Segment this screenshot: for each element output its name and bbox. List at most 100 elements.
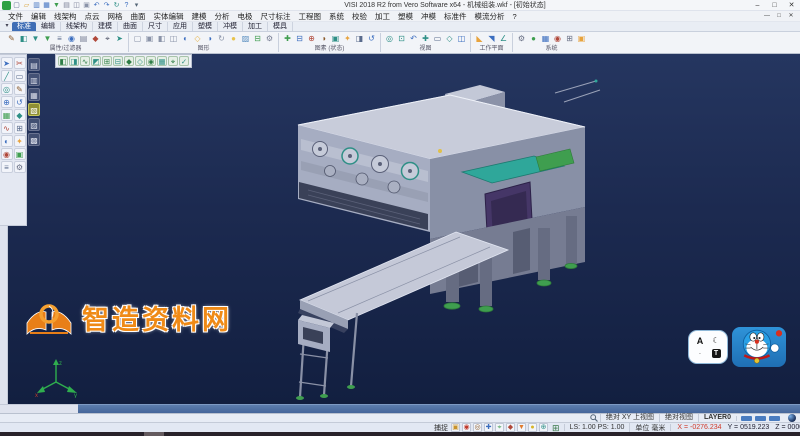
block-tool-icon[interactable]: ▣ bbox=[14, 148, 26, 160]
macro-icon[interactable]: ▣ bbox=[576, 33, 587, 44]
workplane-align-icon[interactable]: ◥ bbox=[486, 33, 497, 44]
window-single-icon[interactable]: ◧ bbox=[156, 33, 167, 44]
sweep-icon[interactable]: ∿ bbox=[80, 56, 90, 66]
menu-item-8[interactable]: 分析 bbox=[211, 11, 234, 22]
fillet-icon[interactable]: ◆ bbox=[124, 56, 134, 66]
save-file-icon[interactable]: ▥ bbox=[32, 1, 41, 10]
node-snap-icon[interactable]: ● bbox=[528, 423, 537, 432]
shell-icon[interactable]: ◩ bbox=[91, 56, 101, 66]
trim-icon[interactable]: ✂ bbox=[14, 57, 26, 69]
group-icon[interactable]: ▣ bbox=[330, 33, 341, 44]
element-properties-icon[interactable]: ≡ bbox=[54, 33, 65, 44]
tab-6[interactable]: 应用 bbox=[168, 22, 193, 31]
copy-icon[interactable]: ▣ bbox=[82, 1, 91, 10]
hide-selected-icon[interactable]: ⊟ bbox=[294, 33, 305, 44]
menu-item-4[interactable]: 网格 bbox=[104, 11, 127, 22]
tab-10[interactable]: 模具 bbox=[268, 22, 293, 31]
refresh-icon[interactable]: ↻ bbox=[112, 1, 121, 10]
import-icon[interactable]: ▼ bbox=[52, 1, 61, 10]
menu-item-0[interactable]: 文件 bbox=[4, 11, 27, 22]
mdi-close-button[interactable]: ✕ bbox=[785, 11, 797, 21]
view-preset-2-button[interactable]: ▥ bbox=[28, 73, 40, 86]
maximize-button[interactable]: □ bbox=[766, 0, 783, 11]
ime-trad-button[interactable]: T bbox=[712, 349, 721, 358]
alert-icon[interactable]: ◉ bbox=[552, 33, 563, 44]
midpoint-snap-icon[interactable]: ◉ bbox=[462, 423, 471, 432]
tab-8[interactable]: 冲模 bbox=[218, 22, 243, 31]
mdi-minimize-button[interactable]: — bbox=[761, 11, 773, 21]
tab-1[interactable]: 编辑 bbox=[36, 22, 61, 31]
background-icon[interactable]: ▨ bbox=[240, 33, 251, 44]
check-icon[interactable]: ✓ bbox=[179, 56, 189, 66]
mesh-tool-icon[interactable]: ▦ bbox=[1, 109, 13, 121]
visi-logo-icon[interactable] bbox=[2, 1, 11, 10]
quick-select-icon[interactable]: ➤ bbox=[114, 33, 125, 44]
menu-item-16[interactable]: 冲模 bbox=[417, 11, 440, 22]
filter-solids-icon[interactable]: ▼ bbox=[42, 33, 53, 44]
minimize-button[interactable]: – bbox=[749, 0, 766, 11]
layout-tile-button[interactable] bbox=[755, 416, 766, 421]
dynamic-rotate-icon[interactable]: ↻ bbox=[216, 33, 227, 44]
print-icon[interactable]: ▤ bbox=[62, 1, 71, 10]
menu-item-19[interactable]: ? bbox=[509, 11, 521, 22]
help-icon[interactable]: ? bbox=[122, 1, 131, 10]
clip-plane-icon[interactable]: ⊟ bbox=[252, 33, 263, 44]
settings-icon[interactable]: ⚙ bbox=[516, 33, 527, 44]
endpoint-snap-icon[interactable]: ▣ bbox=[451, 423, 460, 432]
menu-item-2[interactable]: 线架构 bbox=[50, 11, 81, 22]
shade-tool-icon[interactable]: ◐ bbox=[1, 135, 13, 147]
nearest-snap-icon[interactable]: ⊕ bbox=[539, 423, 548, 432]
light-icon[interactable]: ● bbox=[228, 33, 239, 44]
boolean-union-icon[interactable]: ⊞ bbox=[102, 56, 112, 66]
magnifier-icon[interactable] bbox=[590, 414, 598, 422]
print-preview-icon[interactable]: ◫ bbox=[72, 1, 81, 10]
invert-visibility-icon[interactable]: ⊕ bbox=[306, 33, 317, 44]
hole-icon[interactable]: ◉ bbox=[146, 56, 156, 66]
machine-model-3d[interactable] bbox=[8, 54, 800, 404]
sketch-tool-icon[interactable]: ✎ bbox=[14, 83, 26, 95]
menu-item-3[interactable]: 点云 bbox=[81, 11, 104, 22]
offset-tool-icon[interactable]: ⊕ bbox=[1, 96, 13, 108]
menu-item-10[interactable]: 尺寸标注 bbox=[257, 11, 295, 22]
ime-latin-button[interactable]: A bbox=[697, 336, 704, 346]
view-list-icon[interactable]: ◫ bbox=[456, 33, 467, 44]
new-file-icon[interactable]: ▢ bbox=[12, 1, 21, 10]
measure-icon[interactable]: ⌖ bbox=[168, 56, 178, 66]
ime-punct-button[interactable]: · bbox=[699, 349, 702, 358]
shaded-view-icon[interactable]: ◐ bbox=[180, 33, 191, 44]
tab-5[interactable]: 尺寸 bbox=[143, 22, 168, 31]
undo-view-icon[interactable]: ↺ bbox=[14, 96, 26, 108]
intersection-snap-icon[interactable]: ✚ bbox=[484, 423, 493, 432]
menu-item-9[interactable]: 电极 bbox=[234, 11, 257, 22]
extrude-icon[interactable]: ◧ bbox=[58, 56, 68, 66]
settings-tool-icon[interactable]: ⚙ bbox=[14, 161, 26, 173]
globe-icon[interactable]: ● bbox=[528, 33, 539, 44]
layer-assign-icon[interactable]: ▤ bbox=[78, 33, 89, 44]
tangent-snap-icon[interactable]: ◆ bbox=[506, 423, 515, 432]
zoom-window-icon[interactable]: ◎ bbox=[384, 33, 395, 44]
menu-item-11[interactable]: 工程图 bbox=[295, 11, 326, 22]
ime-halfwidth-icon[interactable]: ☾ bbox=[712, 336, 719, 345]
menu-item-7[interactable]: 建模 bbox=[188, 11, 211, 22]
pattern-icon[interactable]: ▦ bbox=[157, 56, 167, 66]
new-window-icon[interactable]: ▢ bbox=[132, 33, 143, 44]
solid-tool-icon[interactable]: ◆ bbox=[14, 109, 26, 121]
mdi-restore-button[interactable]: □ bbox=[773, 11, 785, 21]
workplane-new-icon[interactable]: ◣ bbox=[474, 33, 485, 44]
freeze-icon[interactable]: ◑ bbox=[318, 33, 329, 44]
perpendicular-snap-icon[interactable]: ▼ bbox=[517, 423, 526, 432]
menu-item-13[interactable]: 校验 bbox=[348, 11, 371, 22]
filter-elements-icon[interactable]: ▼ bbox=[30, 33, 41, 44]
workplane-view-chip[interactable]: 绝对 XY 上视图 bbox=[600, 414, 659, 422]
workplane-reset-icon[interactable]: ∠ bbox=[498, 33, 509, 44]
tab-overflow-button[interactable]: ▾ bbox=[2, 22, 12, 31]
highlight-tool-icon[interactable]: ✦ bbox=[14, 135, 26, 147]
prompt-bar[interactable] bbox=[78, 404, 800, 413]
menu-item-1[interactable]: 编辑 bbox=[27, 11, 50, 22]
ime-mode-panel[interactable]: A ☾ · T bbox=[688, 330, 728, 364]
view-iso-icon[interactable]: ◇ bbox=[444, 33, 455, 44]
viewport-3d[interactable] bbox=[8, 54, 800, 404]
database-icon[interactable]: ▦ bbox=[540, 33, 551, 44]
attribute-match-icon[interactable]: ⌖ bbox=[102, 33, 113, 44]
active-layer-chip[interactable]: LAYER0 bbox=[698, 414, 736, 422]
